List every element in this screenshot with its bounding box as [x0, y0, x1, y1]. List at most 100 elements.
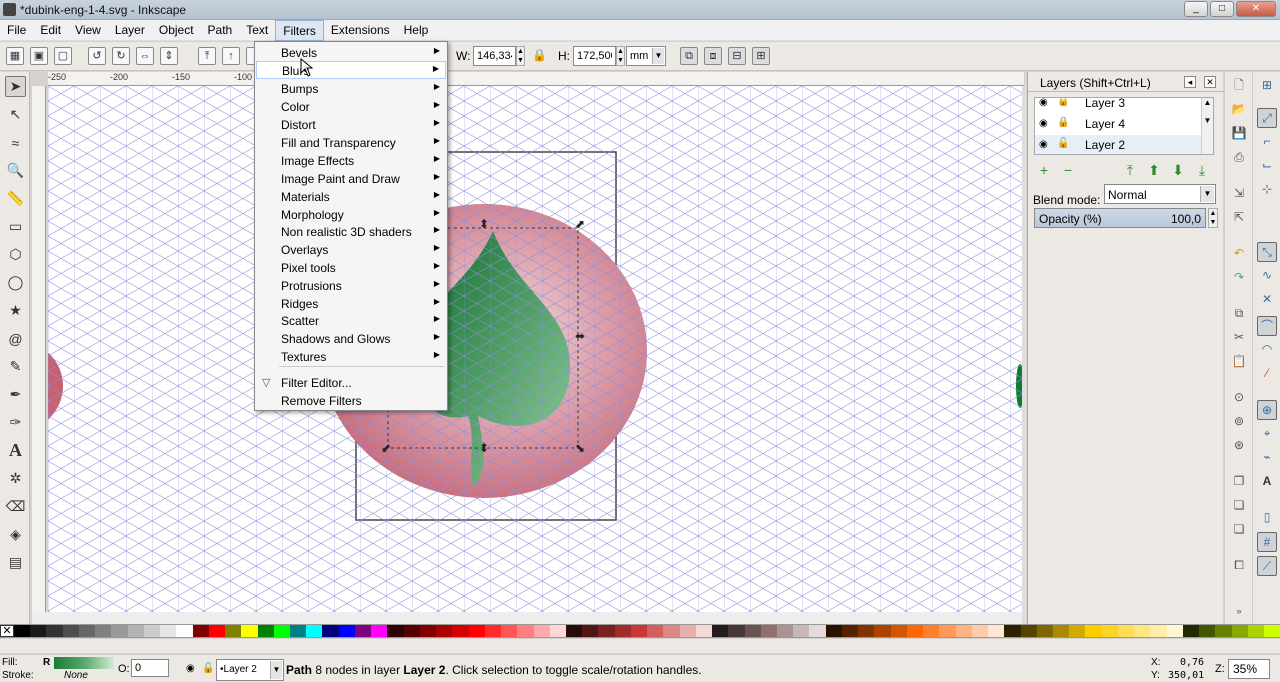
save-icon[interactable]: 💾: [1230, 124, 1248, 142]
zoom-tool-icon[interactable]: 🔍: [5, 160, 26, 181]
menu-text[interactable]: Text: [239, 20, 275, 41]
snap-bbox-corner-icon[interactable]: ⌙: [1257, 156, 1277, 176]
selector-tool-icon[interactable]: ➤: [5, 76, 26, 97]
transform-patterns-icon[interactable]: ⊞: [752, 47, 770, 65]
color-swatch[interactable]: [712, 625, 729, 637]
color-swatch[interactable]: [143, 625, 161, 637]
zoom-selection-icon[interactable]: ⊙: [1230, 388, 1248, 406]
select-all-layers-icon[interactable]: ▣: [30, 47, 48, 65]
unlock-icon[interactable]: 🔓: [1057, 138, 1069, 149]
layer-row[interactable]: ◉ 🔒 Layer 3: [1035, 98, 1203, 113]
flip-vertical-icon[interactable]: ⇕: [160, 47, 178, 65]
menu-item-morphology[interactable]: Morphology ▶: [256, 206, 446, 224]
snap-paths-icon[interactable]: ∿: [1257, 266, 1277, 286]
menu-item-bumps[interactable]: Bumps ▶: [256, 80, 446, 98]
color-swatch[interactable]: [565, 625, 583, 637]
snap-guide-icon[interactable]: ⟋: [1257, 556, 1277, 576]
maximize-button[interactable]: □: [1210, 1, 1234, 17]
menu-filters[interactable]: Filters: [275, 19, 324, 41]
print-icon[interactable]: ⎙: [1230, 148, 1248, 166]
more-commands-icon[interactable]: »: [1230, 602, 1248, 620]
color-swatch[interactable]: [419, 625, 437, 637]
new-document-icon[interactable]: 🗋: [1230, 76, 1248, 94]
width-spinner[interactable]: ▲ ▼: [516, 46, 525, 66]
scale-handle-top[interactable]: ⬍: [479, 217, 489, 231]
menu-item-blurs[interactable]: Blurs ▶: [256, 61, 446, 79]
color-swatch[interactable]: [95, 625, 112, 637]
export-icon[interactable]: ⇱: [1230, 208, 1248, 226]
menu-item-bevels[interactable]: Bevels ▶: [256, 44, 446, 62]
eye-icon[interactable]: ◉: [1039, 118, 1048, 129]
calligraphy-tool-icon[interactable]: ✑: [5, 412, 26, 433]
rectangle-tool-icon[interactable]: ▭: [5, 216, 26, 237]
color-swatch[interactable]: [62, 625, 79, 637]
menu-item-pixel-tools[interactable]: Pixel tools ▶: [256, 259, 446, 277]
menu-item-materials[interactable]: Materials ▶: [256, 188, 446, 206]
color-swatch[interactable]: [46, 625, 63, 637]
color-swatch[interactable]: [1199, 625, 1216, 637]
menu-path[interactable]: Path: [201, 20, 240, 41]
layer-list-scrollbar[interactable]: ▲ ▼: [1201, 98, 1213, 154]
star-tool-icon[interactable]: ★: [5, 300, 26, 321]
scale-corners-icon[interactable]: ⧈: [704, 47, 722, 65]
panel-close-icon[interactable]: ✕: [1204, 76, 1216, 88]
import-icon[interactable]: ⇲: [1230, 184, 1248, 202]
zoom-page-icon[interactable]: ⊛: [1230, 436, 1248, 454]
color-swatch[interactable]: [387, 625, 404, 637]
color-swatch[interactable]: [988, 625, 1005, 637]
color-swatch[interactable]: [630, 625, 648, 637]
color-swatch[interactable]: [533, 625, 550, 637]
close-button[interactable]: ✕: [1236, 1, 1276, 17]
clone-icon[interactable]: ❏: [1230, 496, 1248, 514]
color-swatch[interactable]: [1069, 625, 1086, 637]
snap-rotation-center-icon[interactable]: ⌖: [1257, 424, 1277, 444]
color-swatch[interactable]: [971, 625, 989, 637]
open-icon[interactable]: 📂: [1230, 100, 1248, 118]
snap-text-baseline-icon[interactable]: ⌁: [1257, 448, 1277, 468]
menu-layer[interactable]: Layer: [108, 20, 152, 41]
menu-item-remove-filters[interactable]: Remove Filters: [256, 392, 446, 410]
color-swatch[interactable]: [858, 625, 875, 637]
lock-icon[interactable]: 🔒: [1057, 98, 1069, 107]
snap-bbox-midpoint-icon[interactable]: ⊹: [1257, 180, 1277, 200]
menu-item-non-realistic-3d-shaders[interactable]: Non realistic 3D shaders ▶: [256, 223, 446, 241]
unlink-clone-icon[interactable]: ❑: [1230, 520, 1248, 538]
fill-swatch[interactable]: [54, 657, 114, 669]
duplicate-icon[interactable]: ❐: [1230, 472, 1248, 490]
menu-item-image-paint-and-draw[interactable]: Image Paint and Draw ▶: [256, 170, 446, 188]
height-input[interactable]: [573, 46, 616, 66]
color-swatch[interactable]: [111, 625, 128, 637]
current-layer-select[interactable]: •Layer 2 ▼: [216, 659, 284, 681]
color-swatch[interactable]: [501, 625, 518, 637]
color-swatch[interactable]: [647, 625, 664, 637]
remove-layer-icon[interactable]: −: [1060, 162, 1076, 178]
stroke-value[interactable]: None: [64, 670, 88, 681]
spray-tool-icon[interactable]: ✲: [5, 468, 26, 489]
color-swatch[interactable]: [890, 625, 907, 637]
layer-lock-icon[interactable]: 🔓: [202, 663, 214, 674]
eraser-tool-icon[interactable]: ⌫: [5, 496, 26, 517]
color-swatch[interactable]: [906, 625, 924, 637]
color-swatch[interactable]: [582, 625, 599, 637]
color-swatch[interactable]: [208, 625, 226, 637]
no-paint-swatch[interactable]: ✕: [0, 625, 14, 637]
snap-bbox-icon[interactable]: ⤢: [1257, 108, 1277, 128]
menu-extensions[interactable]: Extensions: [324, 20, 397, 41]
drawing-canvas[interactable]: ⬍ ⬈ ⬌ ⬊ ⬍ ⬋: [48, 86, 1024, 624]
menu-item-overlays[interactable]: Overlays ▶: [256, 241, 446, 259]
color-swatch[interactable]: [468, 625, 485, 637]
tweak-tool-icon[interactable]: ≈: [5, 132, 26, 153]
snap-cusp-icon[interactable]: ⌒: [1257, 316, 1277, 336]
menu-view[interactable]: View: [68, 20, 108, 41]
color-swatch[interactable]: [273, 625, 290, 637]
color-swatch[interactable]: [549, 625, 566, 637]
3d-box-tool-icon[interactable]: ⬡: [5, 244, 26, 265]
color-swatch[interactable]: [517, 625, 534, 637]
color-swatch[interactable]: [679, 625, 696, 637]
lower-layer-bottom-icon[interactable]: ⤓: [1194, 162, 1210, 178]
color-swatch[interactable]: [614, 625, 631, 637]
color-swatch[interactable]: [484, 625, 502, 637]
snap-page-border-icon[interactable]: ▯: [1257, 508, 1277, 528]
lock-icon[interactable]: 🔒: [1057, 117, 1069, 128]
color-swatch[interactable]: [1166, 625, 1183, 637]
